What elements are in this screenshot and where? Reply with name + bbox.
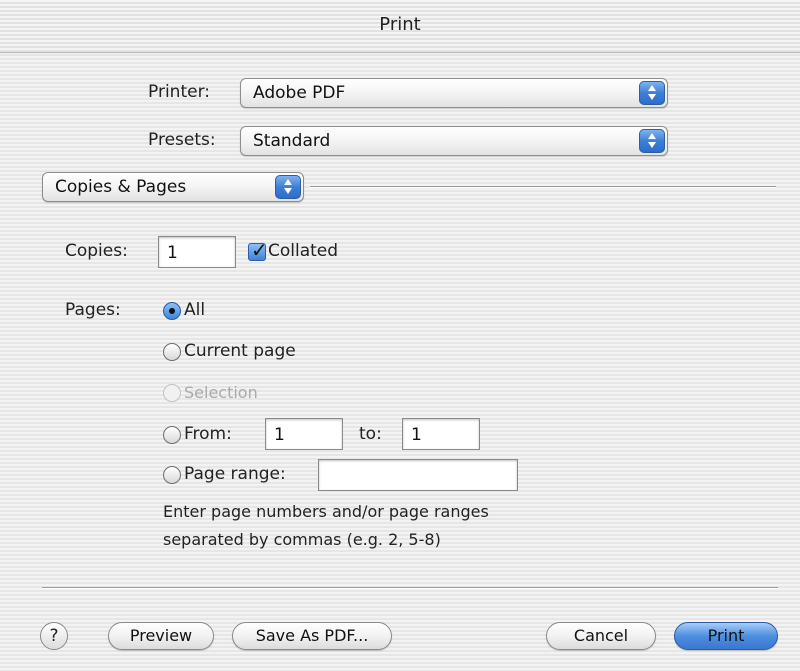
window-title: Print — [379, 14, 421, 35]
radio-current-page-label: Current page — [184, 341, 296, 361]
page-range-hint-line1: Enter page numbers and/or page ranges — [163, 502, 489, 521]
radio-all-label: All — [184, 300, 206, 320]
help-button[interactable]: ? — [40, 622, 68, 650]
panel-value: Copies & Pages — [55, 177, 187, 197]
presets-value: Standard — [253, 131, 331, 151]
popup-arrows-icon — [275, 175, 301, 199]
from-field[interactable]: 1 — [265, 418, 343, 450]
preview-button[interactable]: Preview — [108, 622, 214, 650]
panel-popup[interactable]: Copies & Pages — [42, 172, 304, 202]
presets-label: Presets: — [148, 130, 216, 150]
radio-page-range[interactable] — [163, 466, 181, 484]
radio-from-label: From: — [184, 424, 232, 444]
popup-arrows-icon — [639, 129, 665, 153]
popup-arrows-icon — [639, 81, 665, 105]
bottom-divider — [42, 587, 778, 589]
radio-current-page[interactable] — [163, 343, 181, 361]
radio-page-range-label: Page range: — [184, 464, 286, 484]
title-bar: Print — [0, 0, 800, 53]
to-field[interactable]: 1 — [402, 418, 480, 450]
from-value: 1 — [274, 425, 285, 445]
collated-checkbox[interactable]: ✓ — [248, 238, 268, 262]
print-button[interactable]: Print — [674, 622, 778, 650]
panel-divider — [310, 186, 776, 188]
collated-label: Collated — [268, 241, 339, 261]
copies-field[interactable]: 1 — [158, 236, 236, 268]
radio-all[interactable] — [163, 302, 181, 320]
radio-dot-icon — [169, 308, 175, 314]
printer-popup[interactable]: Adobe PDF — [240, 78, 668, 108]
page-range-field[interactable] — [318, 459, 518, 491]
pages-label: Pages: — [65, 300, 121, 320]
copies-value: 1 — [167, 243, 178, 263]
to-label: to: — [359, 424, 382, 444]
copies-label: Copies: — [65, 241, 128, 261]
cancel-button[interactable]: Cancel — [546, 622, 656, 650]
radio-selection-label: Selection — [184, 383, 258, 402]
to-value: 1 — [411, 425, 422, 445]
page-range-hint-line2: separated by commas (e.g. 2, 5-8) — [163, 530, 441, 549]
presets-popup[interactable]: Standard — [240, 126, 668, 156]
radio-selection — [163, 384, 181, 402]
printer-value: Adobe PDF — [253, 83, 346, 103]
checkmark-icon: ✓ — [251, 238, 268, 262]
printer-label: Printer: — [148, 82, 210, 102]
save-as-pdf-button[interactable]: Save As PDF... — [232, 622, 392, 650]
radio-from[interactable] — [163, 426, 181, 444]
